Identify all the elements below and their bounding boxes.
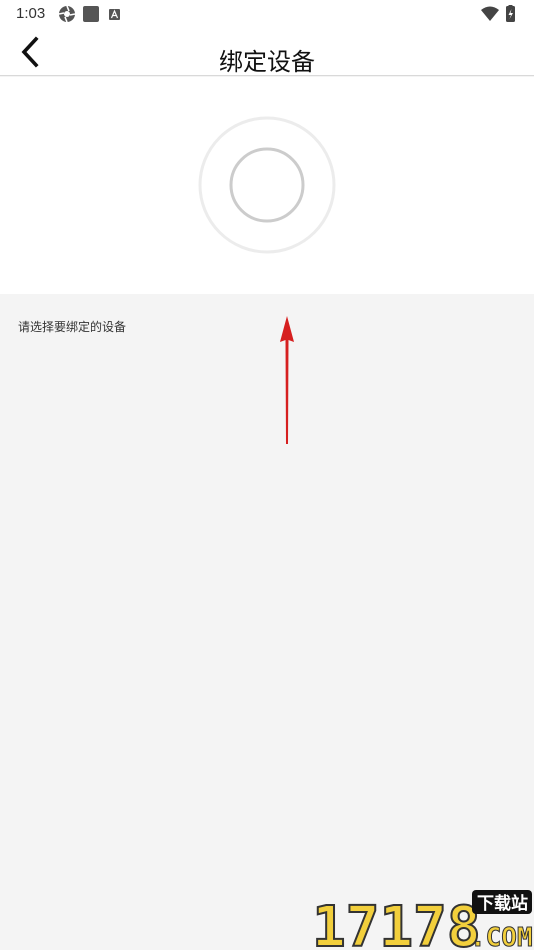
status-bar: 1:03 (0, 0, 534, 28)
page-title: 绑定设备 (219, 48, 315, 76)
square-icon (83, 6, 99, 22)
site-watermark: 17178 下载站 .COM (311, 890, 533, 950)
aperture-icon (58, 5, 76, 23)
watermark-number: 17178 (312, 895, 481, 950)
wifi-icon (481, 6, 499, 21)
select-device-prompt: 请选择要绑定的设备 (18, 320, 127, 334)
watermark-badge: 下载站 (477, 893, 528, 914)
a-badge-icon (109, 9, 120, 20)
scan-panel (0, 77, 534, 294)
status-icons-right (481, 5, 515, 22)
status-icons-left (58, 5, 120, 23)
inner-ring (229, 147, 305, 223)
status-time: 1:03 (16, 5, 46, 22)
battery-icon (506, 5, 515, 22)
watermark-suffix: .COM (470, 923, 533, 950)
app-header: 绑定设备 (0, 28, 534, 76)
outer-ring (198, 116, 336, 254)
scanning-spinner (198, 116, 336, 254)
annotation-arrow (280, 316, 294, 444)
